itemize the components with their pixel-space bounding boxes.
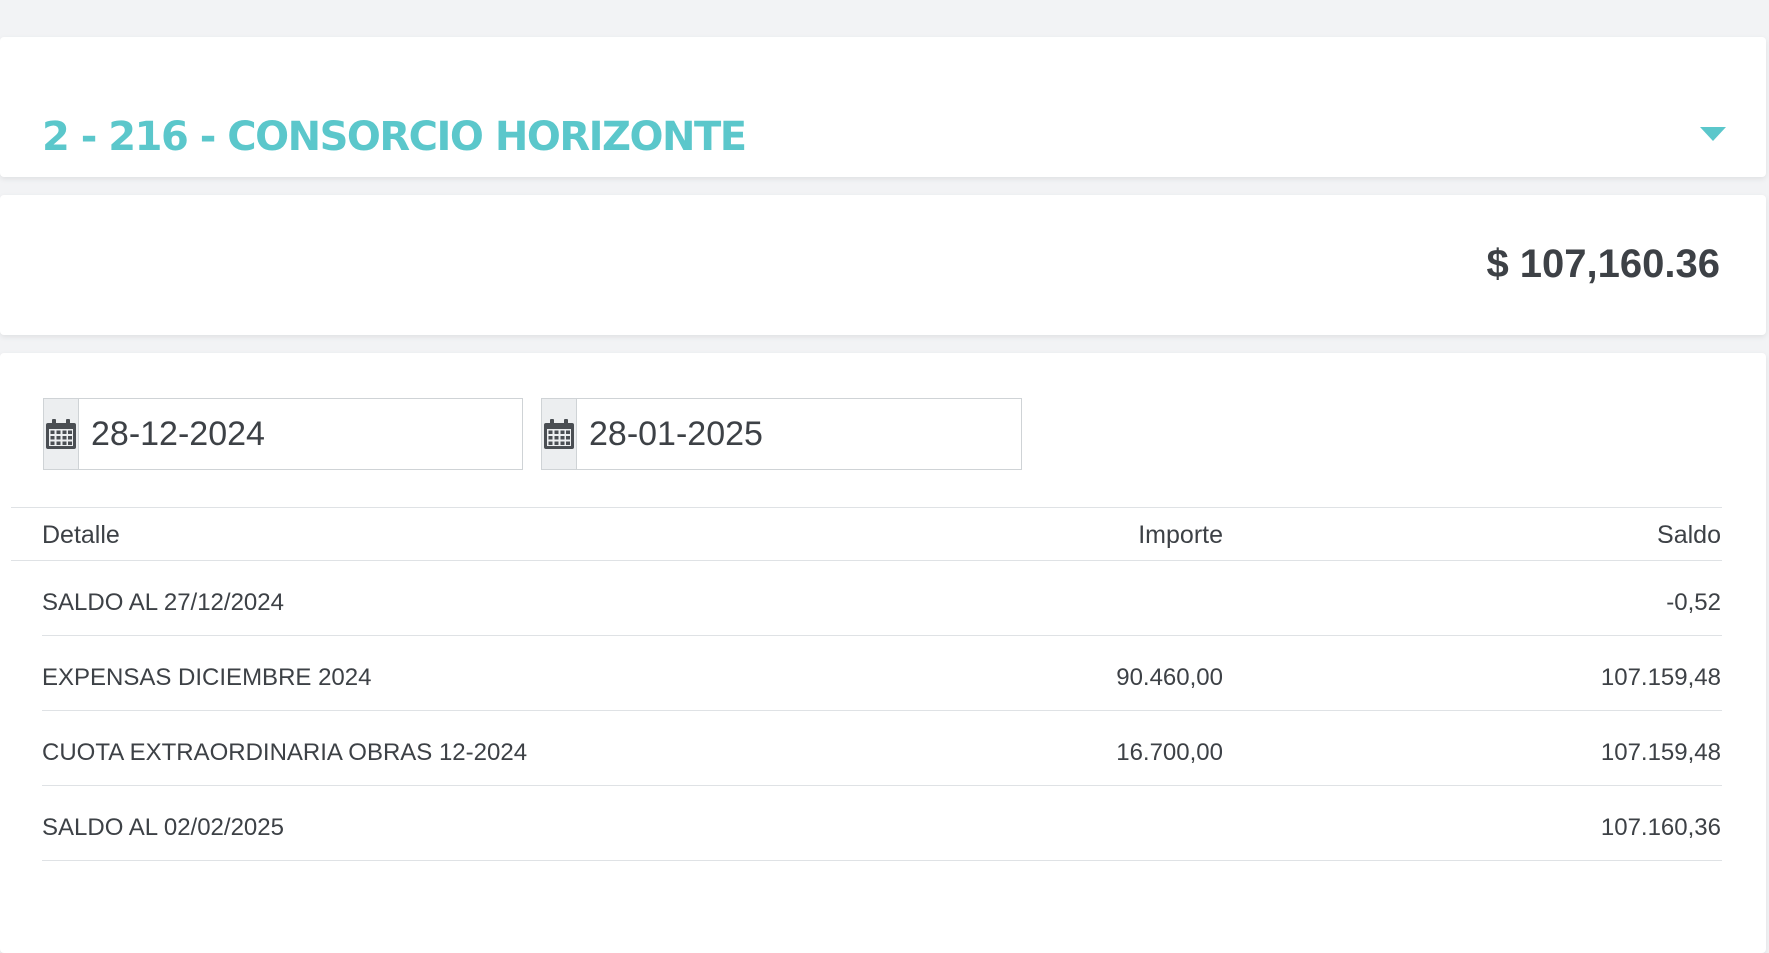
account-details-card: Detalle Importe Saldo SALDO AL 27/12/202… [0, 353, 1766, 953]
caret-down-icon [1700, 127, 1726, 141]
column-header-saldo: Saldo [1657, 521, 1721, 549]
cell-saldo: 107.159,48 [1600, 739, 1721, 766]
date-from-group[interactable] [43, 398, 534, 470]
table-row: SALDO AL 02/02/2025 107.160,36 [42, 786, 1722, 861]
balance-card: $ 107,160.36 [0, 195, 1766, 335]
transactions-table: Detalle Importe Saldo SALDO AL 27/12/202… [11, 507, 1722, 861]
cell-importe: 90.460,00 [1116, 664, 1223, 691]
date-to-input[interactable] [577, 399, 1032, 469]
column-header-detalle: Detalle [42, 521, 120, 549]
cell-detalle: SALDO AL 27/12/2024 [42, 589, 284, 616]
cell-saldo: 107.160,36 [1600, 814, 1721, 841]
table-header: Detalle Importe Saldo [11, 507, 1722, 561]
collapse-toggle-button[interactable] [1698, 125, 1728, 147]
date-from-addon[interactable] [44, 399, 79, 469]
date-to-addon[interactable] [542, 399, 577, 469]
cell-detalle: EXPENSAS DICIEMBRE 2024 [42, 664, 372, 691]
cell-importe: 16.700,00 [1116, 739, 1223, 766]
date-from-input[interactable] [79, 399, 534, 469]
calendar-icon [46, 419, 76, 449]
table-row: EXPENSAS DICIEMBRE 2024 90.460,00 107.15… [42, 636, 1722, 711]
cell-detalle: SALDO AL 02/02/2025 [42, 814, 284, 841]
table-row: CUOTA EXTRAORDINARIA OBRAS 12-2024 16.70… [42, 711, 1722, 786]
calendar-icon [544, 419, 574, 449]
unit-header-card[interactable]: 2 - 216 - CONSORCIO HORIZONTE [0, 37, 1766, 177]
date-to-group[interactable] [541, 398, 1032, 470]
unit-title[interactable]: 2 - 216 - CONSORCIO HORIZONTE [42, 117, 747, 157]
column-header-importe: Importe [1138, 521, 1223, 549]
balance-amount: $ 107,160.36 [1486, 242, 1720, 286]
table-row: SALDO AL 27/12/2024 -0,52 [42, 561, 1722, 636]
cell-saldo: 107.159,48 [1600, 664, 1721, 691]
cell-detalle: CUOTA EXTRAORDINARIA OBRAS 12-2024 [42, 739, 528, 766]
cell-saldo: -0,52 [1666, 589, 1721, 616]
